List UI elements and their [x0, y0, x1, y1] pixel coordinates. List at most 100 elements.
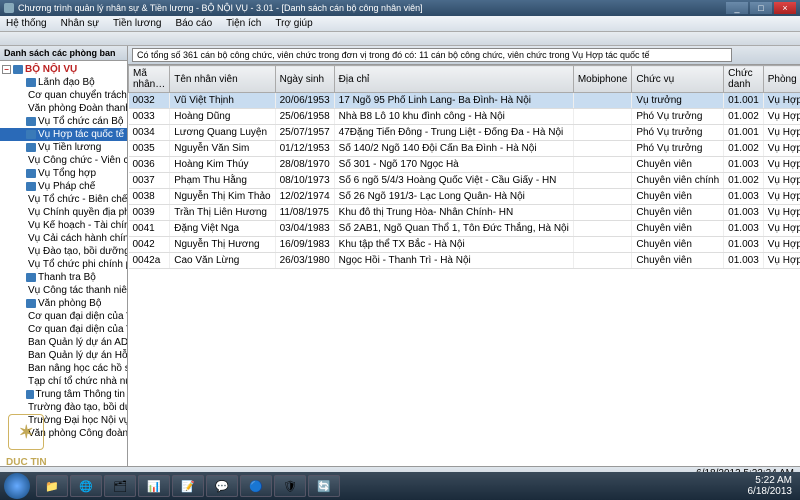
tree-item[interactable]: Vụ Pháp chế: [0, 180, 127, 193]
start-button[interactable]: [4, 473, 30, 499]
tree-item[interactable]: Trường đào tạo, bồi dưỡn: [0, 401, 127, 414]
titlebar: Chương trình quản lý nhân sự & Tiền lươn…: [0, 0, 800, 16]
tree-item-label: Cơ quan chuyển trách của: [28, 89, 127, 102]
menu-item[interactable]: Hệ thống: [6, 18, 47, 29]
tree-item[interactable]: Văn phòng Đoàn thanh ni: [0, 102, 127, 115]
column-header[interactable]: Địa chỉ: [334, 66, 573, 93]
tree-item[interactable]: Vụ Đào tạo, bồi dưỡng cá: [0, 245, 127, 258]
taskbar-app[interactable]: 📁: [36, 475, 68, 497]
cell: [573, 93, 631, 109]
table-row[interactable]: 0039Trần Thị Liên Hương11/08/1975Khu đô …: [129, 205, 800, 221]
minimize-button[interactable]: _: [726, 2, 748, 14]
tree-item[interactable]: Ban nâng học các hồ sơ h: [0, 362, 127, 375]
cell: Vụ Hợp tác quốc tế: [763, 253, 800, 269]
taskbar-app[interactable]: 🔵: [240, 475, 272, 497]
tree-item-label: Ban Quản lý dự án Hỗ trợ n: [28, 349, 127, 362]
cell: Đặng Việt Nga: [170, 221, 275, 237]
tree-item-label: Tạp chí tổ chức nhà nước: [28, 375, 127, 388]
tree-item[interactable]: Vụ Tiền lương: [0, 141, 127, 154]
menu-item[interactable]: Nhân sự: [61, 18, 99, 29]
tree-item[interactable]: Vụ Tổ chức phi chính phủ: [0, 258, 127, 271]
column-header[interactable]: Chức danh: [724, 66, 764, 93]
tree-item[interactable]: Cơ quan đại diện của Văn p: [0, 323, 127, 336]
table-row[interactable]: 0032Vũ Việt Thịnh20/06/195317 Ngõ 95 Phố…: [129, 93, 800, 109]
tree-item[interactable]: Tạp chí tổ chức nhà nước: [0, 375, 127, 388]
table-row[interactable]: 0034Lương Quang Luyện25/07/195747Đặng Ti…: [129, 125, 800, 141]
tree-item[interactable]: Vụ Hợp tác quốc tế: [0, 128, 127, 141]
tree-item[interactable]: Trung tâm Thông tin: [0, 388, 127, 401]
menu-item[interactable]: Trợ giúp: [275, 18, 312, 29]
cell: 08/10/1973: [275, 173, 334, 189]
tree-item[interactable]: Vụ Công chức - Viên chức: [0, 154, 127, 167]
taskbar-app[interactable]: 🗂: [104, 475, 136, 497]
cell: 01.002: [724, 173, 764, 189]
tree-item[interactable]: Lãnh đạo Bộ: [0, 76, 127, 89]
table-row[interactable]: 0042Nguyễn Thị Hương16/09/1983Khu tập th…: [129, 237, 800, 253]
tree-item[interactable]: Vụ Kế hoạch - Tài chính: [0, 219, 127, 232]
cell: 0035: [129, 141, 170, 157]
cell: 20/06/1953: [275, 93, 334, 109]
tree-item[interactable]: Văn phòng Công đoàn Bộ: [0, 427, 127, 440]
cell: 0033: [129, 109, 170, 125]
table-row[interactable]: 0041Đặng Việt Nga03/04/1983Số 2AB1, Ngõ …: [129, 221, 800, 237]
table-row[interactable]: 0042aCao Văn Lừng26/03/1980Ngọc Hồi - Th…: [129, 253, 800, 269]
cell: [573, 205, 631, 221]
tree-item[interactable]: Vụ Công tác thanh niên: [0, 284, 127, 297]
tree-item[interactable]: Cơ quan chuyển trách của: [0, 89, 127, 102]
menu-item[interactable]: Tiện ích: [226, 18, 261, 29]
table-row[interactable]: 0038Nguyễn Thị Kim Thảo12/02/1974Số 26 N…: [129, 189, 800, 205]
tree-item[interactable]: Vụ Tổ chức - Biên chế: [0, 193, 127, 206]
cell: Khu tập thể TX Bắc - Hà Nội: [334, 237, 573, 253]
column-header[interactable]: Chức vụ: [632, 66, 724, 93]
taskbar-app[interactable]: 📊: [138, 475, 170, 497]
taskbar-app[interactable]: 🔄: [308, 475, 340, 497]
column-header[interactable]: Mobiphone: [573, 66, 631, 93]
close-button[interactable]: ×: [774, 2, 796, 14]
sidebar-header: Danh sách các phòng ban: [0, 46, 127, 61]
cell: Vụ Hợp tác quốc tế: [763, 189, 800, 205]
tree-item[interactable]: Cơ quan đại diện của Văn p: [0, 310, 127, 323]
system-tray[interactable]: 5:22 AM 6/18/2013: [748, 475, 797, 497]
cell: 0036: [129, 157, 170, 173]
collapse-icon[interactable]: −: [2, 65, 11, 74]
maximize-button[interactable]: □: [750, 2, 772, 14]
toolbar: [0, 32, 800, 46]
column-header[interactable]: Tên nhân viên: [170, 66, 275, 93]
tree-item[interactable]: Vụ Chính quyền địa phươn: [0, 206, 127, 219]
column-header[interactable]: Phòng ban: [763, 66, 800, 93]
tree-item[interactable]: Vụ Cải cách hành chính: [0, 232, 127, 245]
tree-item[interactable]: Thanh tra Bộ: [0, 271, 127, 284]
cell: Cao Văn Lừng: [170, 253, 275, 269]
table-row[interactable]: 0033Hoàng Dũng25/06/1958Nhà B8 Lô 10 khu…: [129, 109, 800, 125]
tree-item[interactable]: Ban Quản lý dự án ADB: [0, 336, 127, 349]
person-icon: [26, 169, 36, 178]
cell: Vụ Hợp tác quốc tế: [763, 109, 800, 125]
cell: 01.003: [724, 157, 764, 173]
tree-item[interactable]: Vụ Tổng hợp: [0, 167, 127, 180]
taskbar-app[interactable]: 💬: [206, 475, 238, 497]
table-row[interactable]: 0036Hoàng Kim Thúy28/08/1970Số 301 - Ngõ…: [129, 157, 800, 173]
tree-item[interactable]: Văn phòng Bộ: [0, 297, 127, 310]
employee-grid[interactable]: Mã nhân…Tên nhân viênNgày sinhĐịa chỉMob…: [128, 65, 800, 466]
grid-header-row: Mã nhân…Tên nhân viênNgày sinhĐịa chỉMob…: [129, 66, 800, 93]
tree-item[interactable]: Ban Quản lý dự án Hỗ trợ n: [0, 349, 127, 362]
menu-item[interactable]: Báo cáo: [175, 18, 212, 29]
tree-item-label: Cơ quan đại diện của Văn p: [28, 310, 127, 323]
table-row[interactable]: 0037Phạm Thu Hằng08/10/1973Số 6 ngõ 5/4/…: [129, 173, 800, 189]
tree-item-label: Vụ Pháp chế: [38, 180, 95, 193]
tree-item-label: Vụ Hợp tác quốc tế: [38, 128, 124, 141]
tree-root[interactable]: − BỘ NỘI VỤ: [0, 63, 127, 76]
column-header[interactable]: Ngày sinh: [275, 66, 334, 93]
taskbar-app[interactable]: 📝: [172, 475, 204, 497]
tree-item[interactable]: Trường Đại học Nội vụ Hà: [0, 414, 127, 427]
person-icon: [26, 273, 36, 282]
menu-item[interactable]: Tiền lương: [113, 18, 161, 29]
cell: [573, 109, 631, 125]
cell: 0037: [129, 173, 170, 189]
tree-item[interactable]: Vụ Tổ chức cán Bộ: [0, 115, 127, 128]
column-header[interactable]: Mã nhân…: [129, 66, 170, 93]
tree-item-label: Thanh tra Bộ: [38, 271, 96, 284]
table-row[interactable]: 0035Nguyễn Văn Sim01/12/1953Số 140/2 Ngõ…: [129, 141, 800, 157]
taskbar-app[interactable]: 🌐: [70, 475, 102, 497]
taskbar-app[interactable]: 🛡: [274, 475, 306, 497]
